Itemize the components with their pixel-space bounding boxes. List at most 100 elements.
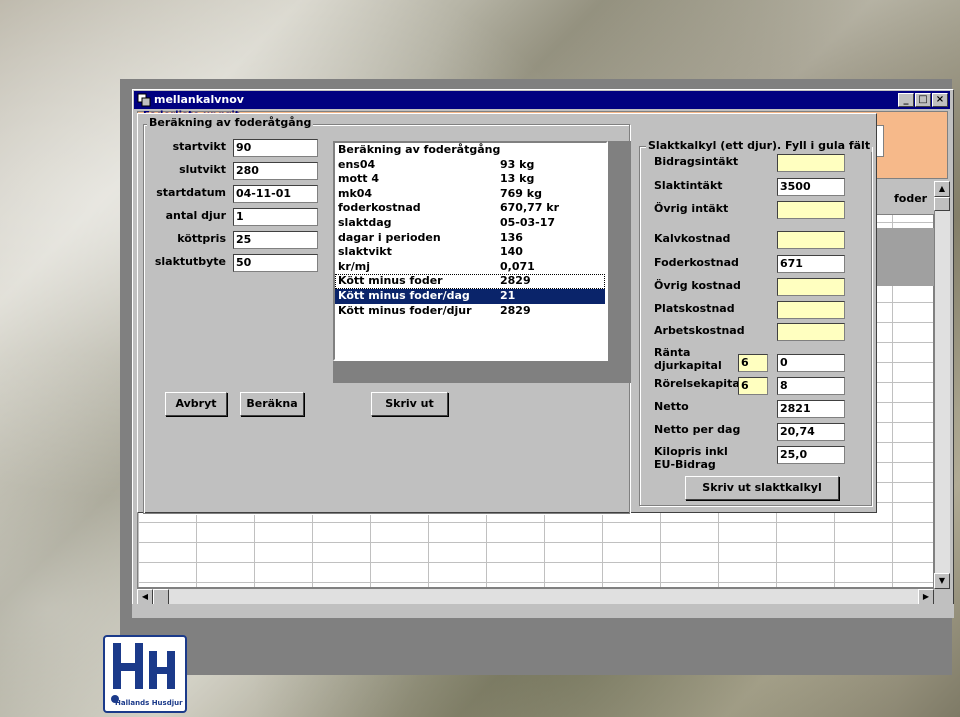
- netto-label: Netto: [654, 400, 689, 413]
- result-value: 2829: [500, 274, 531, 288]
- slakt-row-input[interactable]: [777, 154, 845, 172]
- result-list-item[interactable]: kr/mj 0,071: [335, 260, 605, 275]
- kottpris-input[interactable]: 25: [233, 231, 318, 249]
- result-list-item[interactable]: foderkostnad 670,77 kr: [335, 201, 605, 216]
- vertical-scrollbar[interactable]: [934, 181, 950, 588]
- netto-field[interactable]: 2821: [777, 400, 845, 418]
- window-bottom-band: [132, 604, 954, 618]
- field-label-slaktutbyte: slaktutbyte: [154, 255, 226, 268]
- window-title: mellankalvnov: [154, 93, 244, 106]
- result-value: 2829: [500, 303, 531, 317]
- result-value: 769 kg: [500, 186, 542, 200]
- rorelse-pct-input[interactable]: 6: [738, 377, 768, 395]
- print-slaktkalkyl-button[interactable]: Skriv ut slaktkalkyl: [685, 476, 839, 500]
- result-list-item[interactable]: mk04 769 kg: [335, 187, 605, 202]
- result-list-item[interactable]: Kött minus foder/dag 21: [335, 289, 605, 304]
- slakt-row-label: Bidragsintäkt: [654, 155, 739, 168]
- field-label-antal-djur: antal djur: [165, 209, 226, 222]
- cancel-button[interactable]: Avbryt: [165, 392, 227, 416]
- field-label-startvikt: startvikt: [172, 140, 226, 153]
- result-key: mott 4: [338, 172, 380, 186]
- field-label-kottpris: köttpris: [177, 232, 226, 245]
- horizontal-scrollbar[interactable]: [137, 588, 934, 604]
- result-value: 13 kg: [500, 172, 535, 186]
- result-list-item[interactable]: mott 4 13 kg: [335, 172, 605, 187]
- slakt-row-input[interactable]: [777, 278, 845, 296]
- slakt-row-input[interactable]: 671: [777, 255, 845, 273]
- antal-djur-input[interactable]: 1: [233, 208, 318, 226]
- scroll-thumb[interactable]: [934, 197, 950, 211]
- djurkapital-label: djurkapital: [654, 359, 722, 372]
- result-key: kr/mj: [338, 259, 370, 273]
- result-value: 21: [500, 289, 516, 302]
- field-label-slutvikt: slutvikt: [179, 163, 226, 176]
- result-key: slaktdag: [338, 216, 392, 229]
- startdatum-input[interactable]: 04-11-01: [233, 185, 318, 203]
- result-key: Kött minus foder/dag: [338, 289, 470, 302]
- result-key: Beräkning av foderåtgång: [338, 143, 501, 156]
- slakt-row-input[interactable]: [777, 231, 845, 249]
- slakt-row-label: Kalvkostnad: [654, 232, 731, 245]
- minimize-button[interactable]: _: [898, 93, 914, 107]
- result-list-item[interactable]: Kött minus foder 2829: [335, 274, 605, 289]
- slakt-row-label: Foderkostnad: [654, 256, 739, 269]
- netto-per-dag-label: Netto per dag: [654, 423, 741, 436]
- result-list-item[interactable]: Beräkning av foderåtgång: [335, 143, 605, 158]
- calculate-button[interactable]: Beräkna: [240, 392, 304, 416]
- rorelse-value-field[interactable]: 8: [777, 377, 845, 395]
- slakt-row-label: Övrig intäkt: [654, 202, 729, 215]
- result-list-item[interactable]: dagar i perioden 136: [335, 231, 605, 246]
- slakt-row-input[interactable]: 3500: [777, 178, 845, 196]
- result-list-item[interactable]: ens04 93 kg: [335, 158, 605, 173]
- slutvikt-input[interactable]: 280: [233, 162, 318, 180]
- result-value: 05-03-17: [500, 216, 556, 229]
- kilopris-field[interactable]: 25,0: [777, 446, 845, 464]
- slakt-row-label: Platskostnad: [654, 302, 735, 315]
- scroll-down-icon[interactable]: ▼: [934, 573, 950, 589]
- app-icon: [137, 93, 151, 107]
- window-titlebar: mellankalvnov: [134, 91, 950, 109]
- result-list-item[interactable]: slaktvikt 140: [335, 245, 605, 260]
- result-key: dagar i perioden: [338, 230, 441, 244]
- startvikt-input[interactable]: 90: [233, 139, 318, 157]
- result-key: slaktvikt: [338, 245, 392, 259]
- result-value: 0,071: [500, 259, 535, 273]
- result-value: 140: [500, 245, 523, 259]
- list-bottom-shadow: [333, 361, 631, 383]
- ranta-pct-input[interactable]: 6: [738, 354, 768, 372]
- ranta-value-field[interactable]: 0: [777, 354, 845, 372]
- list-right-shadow: [608, 141, 631, 361]
- scroll-left-icon[interactable]: ◀: [137, 589, 153, 605]
- slakt-row-label: Slaktintäkt: [654, 179, 723, 192]
- scroll-right-icon[interactable]: ▶: [918, 589, 934, 605]
- result-key: foderkostnad: [338, 201, 421, 215]
- rorelsekapital-label: Rörelsekapital: [654, 377, 744, 390]
- dialog-title: Beräkning av foderåtgång: [147, 116, 314, 129]
- ranta-label: Ränta: [654, 346, 691, 359]
- result-key: Kött minus foder/djur: [338, 303, 472, 317]
- slakt-row-input[interactable]: [777, 301, 845, 319]
- result-key: ens04: [338, 157, 376, 171]
- slaktutbyte-input[interactable]: 50: [233, 254, 318, 272]
- close-button[interactable]: ×: [932, 93, 948, 107]
- kilopris-label: Kilopris inkl: [654, 445, 728, 458]
- print-button[interactable]: Skriv ut: [371, 392, 448, 416]
- scroll-up-icon[interactable]: ▲: [934, 181, 950, 197]
- result-list-item[interactable]: slaktdag 05-03-17: [335, 216, 605, 231]
- slakt-row-input[interactable]: [777, 323, 845, 341]
- result-key: mk04: [338, 186, 373, 200]
- logo-text: Hallands Husdjur: [115, 699, 183, 707]
- netto-per-dag-field[interactable]: 20,74: [777, 423, 845, 441]
- result-value: 670,77 kr: [500, 201, 560, 215]
- result-value: 136: [500, 230, 523, 244]
- result-list-item[interactable]: Kött minus foder/djur 2829: [335, 304, 605, 319]
- slakt-row-label: Övrig kostnad: [654, 279, 741, 292]
- slakt-row-input[interactable]: [777, 201, 845, 219]
- field-label-startdatum: startdatum: [156, 186, 226, 199]
- grid-column-header-foder: foder: [894, 192, 928, 205]
- hscroll-thumb[interactable]: [153, 589, 169, 605]
- eu-bidrag-label: EU-Bidrag: [654, 458, 716, 471]
- maximize-button[interactable]: □: [915, 93, 931, 107]
- result-value: 93 kg: [500, 157, 535, 171]
- slaktkalkyl-title: Slaktkalkyl (ett djur). Fyll i gula fält: [646, 139, 873, 152]
